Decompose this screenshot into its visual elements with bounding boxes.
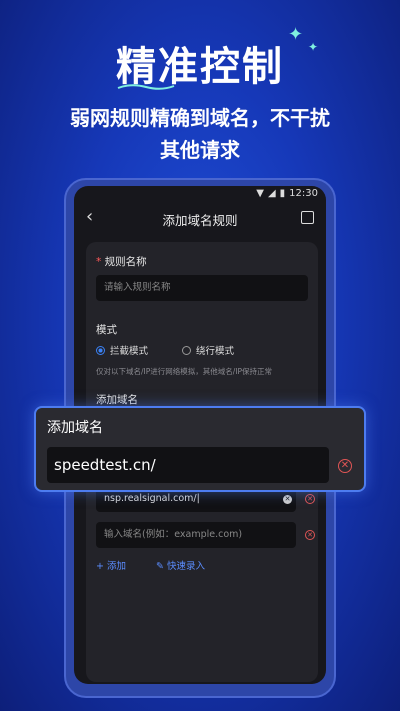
popup-domain-input[interactable]: speedtest.cn/ <box>47 447 329 483</box>
underline-decoration <box>117 84 175 90</box>
nav-bar: ‹ 添加域名规则 <box>74 202 326 232</box>
required-mark: * <box>96 256 102 268</box>
battery-icon: ▮ <box>279 188 286 199</box>
sparkle-small-icon: ✦ <box>308 40 319 54</box>
radio-unselected-icon <box>182 345 191 355</box>
popup-delete-icon[interactable]: ✕ <box>338 459 352 473</box>
radio-selected-icon <box>96 345 105 355</box>
signal-icon: ◢ <box>267 188 276 199</box>
edit-icon: ✎ <box>156 561 164 572</box>
mode-label: 模式 <box>96 324 117 336</box>
quick-entry-button[interactable]: ✎ 快速录入 <box>156 558 205 572</box>
delete-domain-icon[interactable]: ✕ <box>305 530 315 540</box>
popup-title: 添加域名 <box>47 420 103 436</box>
save-icon[interactable] <box>301 211 314 224</box>
promo-subline-1: 弱网规则精确到域名，不干扰 <box>70 106 330 130</box>
new-domain-input[interactable]: 输入域名(例如：example.com) <box>96 522 296 548</box>
page-title: 添加域名规则 <box>162 213 238 228</box>
rule-name-label: * 规则名称 <box>96 256 147 268</box>
promo-headline: 精准控制 <box>116 44 284 90</box>
add-domain-button[interactable]: + 添加 <box>96 558 126 572</box>
mode-option-bypass[interactable]: 绕行模式 <box>182 343 234 357</box>
add-domain-popup: 添加域名 speedtest.cn/ ✕ <box>34 406 366 492</box>
promo-subline-2: 其他请求 <box>160 138 240 162</box>
domain-label: 添加域名 <box>96 394 138 406</box>
delete-domain-icon[interactable]: ✕ <box>305 494 315 504</box>
mode-hint: 仅对以下域名/IP进行网络模拟，其他域名/IP保持正常 <box>96 367 273 376</box>
wifi-icon: ▼ <box>256 188 264 199</box>
clear-icon[interactable]: ✕ <box>283 495 292 504</box>
status-bar: ▼ ◢ ▮ 12:30 <box>256 188 318 199</box>
rule-name-input[interactable]: 请输入规则名称 <box>96 275 308 301</box>
mode-option-intercept[interactable]: 拦截模式 <box>96 343 148 357</box>
sparkle-icon: ✦ <box>288 24 304 45</box>
status-time: 12:30 <box>289 188 318 199</box>
